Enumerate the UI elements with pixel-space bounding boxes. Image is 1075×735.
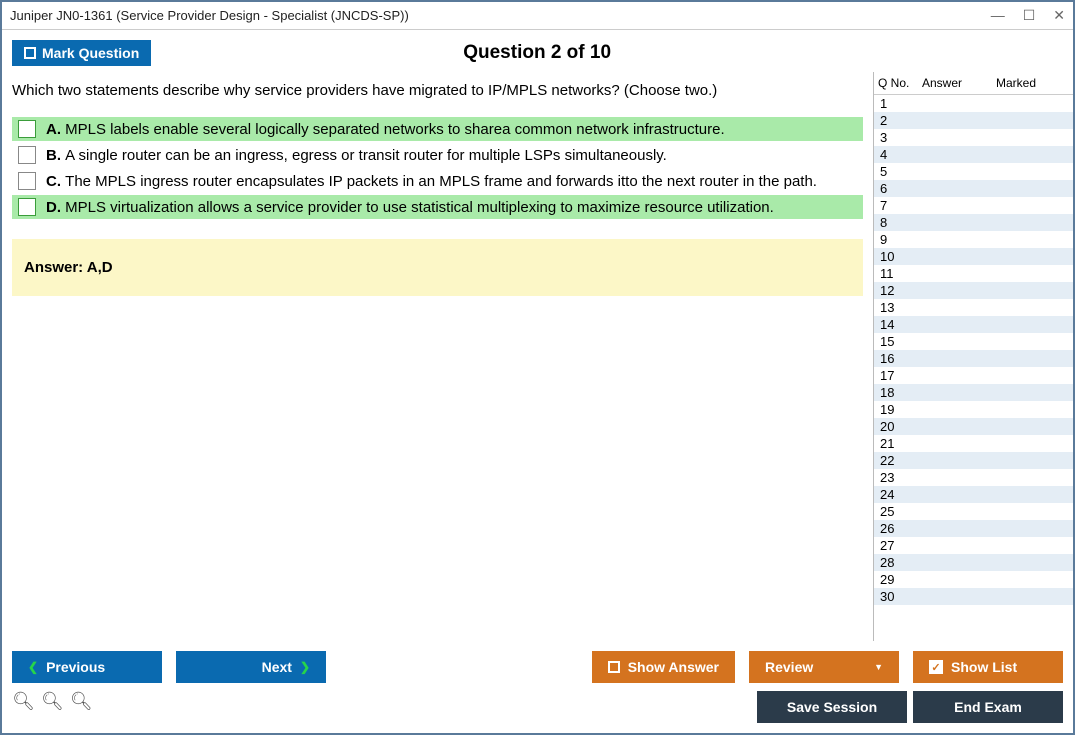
previous-button[interactable]: ❮ Previous <box>12 651 162 683</box>
checkbox-icon[interactable] <box>18 198 36 216</box>
question-list-panel: Q No. Answer Marked 12345678910111213141… <box>873 72 1073 641</box>
question-list-row[interactable]: 29 <box>874 571 1073 588</box>
question-list-row[interactable]: 4 <box>874 146 1073 163</box>
chevron-left-icon: ❮ <box>28 660 38 674</box>
zoom-out-icon[interactable]: 🔍︎ <box>70 691 93 723</box>
question-list-row[interactable]: 22 <box>874 452 1073 469</box>
save-session-button[interactable]: Save Session <box>757 691 907 723</box>
col-answer: Answer <box>922 76 996 90</box>
check-icon: ✓ <box>929 660 943 674</box>
question-text: Which two statements describe why servic… <box>12 82 863 99</box>
option-b[interactable]: B. A single router can be an ingress, eg… <box>12 143 863 167</box>
window-controls: — ☐ ✕ <box>991 7 1065 24</box>
minimize-icon[interactable]: — <box>991 7 1005 24</box>
question-list-row[interactable]: 26 <box>874 520 1073 537</box>
question-list-row[interactable]: 23 <box>874 469 1073 486</box>
question-list-row[interactable]: 30 <box>874 588 1073 605</box>
previous-label: Previous <box>46 659 105 675</box>
question-list-row[interactable]: 20 <box>874 418 1073 435</box>
zoom-reset-icon[interactable]: 🔍︎ <box>41 691 64 723</box>
answer-box: Answer: A,D <box>12 239 863 296</box>
main-row: Which two statements describe why servic… <box>2 72 1073 641</box>
question-list-row[interactable]: 18 <box>874 384 1073 401</box>
question-list-row[interactable]: 10 <box>874 248 1073 265</box>
save-session-label: Save Session <box>787 699 877 715</box>
question-list-row[interactable]: 2 <box>874 112 1073 129</box>
maximize-icon[interactable]: ☐ <box>1023 7 1036 24</box>
next-label: Next <box>262 659 292 675</box>
question-counter: Question 2 of 10 <box>11 42 1063 64</box>
titlebar: Juniper JN0-1361 (Service Provider Desig… <box>2 2 1073 30</box>
question-area: Which two statements describe why servic… <box>2 72 873 641</box>
question-list-body[interactable]: 1234567891011121314151617181920212223242… <box>874 95 1073 641</box>
app-window: Juniper JN0-1361 (Service Provider Desig… <box>0 0 1075 735</box>
question-list-row[interactable]: 9 <box>874 231 1073 248</box>
option-d[interactable]: D. MPLS virtualization allows a service … <box>12 195 863 219</box>
option-text: C. The MPLS ingress router encapsulates … <box>46 173 817 190</box>
review-button[interactable]: Review ▼ <box>749 651 899 683</box>
review-label: Review <box>765 659 813 675</box>
options-list: A. MPLS labels enable several logically … <box>12 117 863 219</box>
checkbox-icon[interactable] <box>18 172 36 190</box>
question-list-row[interactable]: 17 <box>874 367 1073 384</box>
zoom-row: 🔍︎ 🔍︎ 🔍︎ Save Session End Exam <box>2 689 1073 733</box>
checkbox-icon[interactable] <box>18 146 36 164</box>
option-a[interactable]: A. MPLS labels enable several logically … <box>12 117 863 141</box>
window-title: Juniper JN0-1361 (Service Provider Desig… <box>10 8 991 23</box>
question-list-row[interactable]: 13 <box>874 299 1073 316</box>
question-list-row[interactable]: 15 <box>874 333 1073 350</box>
bottom-bar: ❮ Previous Next ❯ Show Answer Review ▼ ✓… <box>2 641 1073 689</box>
spacer <box>99 691 751 723</box>
question-list-row[interactable]: 16 <box>874 350 1073 367</box>
option-c[interactable]: C. The MPLS ingress router encapsulates … <box>12 169 863 193</box>
question-list-row[interactable]: 7 <box>874 197 1073 214</box>
chevron-right-icon: ❯ <box>300 660 310 674</box>
question-list-row[interactable]: 12 <box>874 282 1073 299</box>
show-answer-button[interactable]: Show Answer <box>592 651 735 683</box>
question-list-row[interactable]: 19 <box>874 401 1073 418</box>
question-list-row[interactable]: 8 <box>874 214 1073 231</box>
end-exam-label: End Exam <box>954 699 1022 715</box>
end-exam-button[interactable]: End Exam <box>913 691 1063 723</box>
col-qno: Q No. <box>878 76 922 90</box>
checkbox-icon <box>608 661 620 673</box>
zoom-in-icon[interactable]: 🔍︎ <box>12 691 35 723</box>
question-list-row[interactable]: 24 <box>874 486 1073 503</box>
show-list-label: Show List <box>951 659 1017 675</box>
close-icon[interactable]: ✕ <box>1053 7 1065 24</box>
option-text: B. A single router can be an ingress, eg… <box>46 147 667 164</box>
col-marked: Marked <box>996 76 1069 90</box>
question-list-row[interactable]: 3 <box>874 129 1073 146</box>
question-list-row[interactable]: 25 <box>874 503 1073 520</box>
option-text: A. MPLS labels enable several logically … <box>46 121 725 138</box>
question-list-header: Q No. Answer Marked <box>874 72 1073 95</box>
chevron-down-icon: ▼ <box>874 662 883 672</box>
show-answer-label: Show Answer <box>628 659 719 675</box>
show-list-button[interactable]: ✓ Show List <box>913 651 1063 683</box>
top-row: Mark Question Question 2 of 10 <box>2 30 1073 72</box>
question-list-row[interactable]: 5 <box>874 163 1073 180</box>
next-button[interactable]: Next ❯ <box>176 651 326 683</box>
content: Mark Question Question 2 of 10 Which two… <box>2 30 1073 733</box>
question-list-row[interactable]: 14 <box>874 316 1073 333</box>
question-list-row[interactable]: 21 <box>874 435 1073 452</box>
option-text: D. MPLS virtualization allows a service … <box>46 199 774 216</box>
question-list-row[interactable]: 11 <box>874 265 1073 282</box>
question-list-row[interactable]: 1 <box>874 95 1073 112</box>
question-list-row[interactable]: 28 <box>874 554 1073 571</box>
question-list-row[interactable]: 6 <box>874 180 1073 197</box>
checkbox-icon[interactable] <box>18 120 36 138</box>
question-list-row[interactable]: 27 <box>874 537 1073 554</box>
